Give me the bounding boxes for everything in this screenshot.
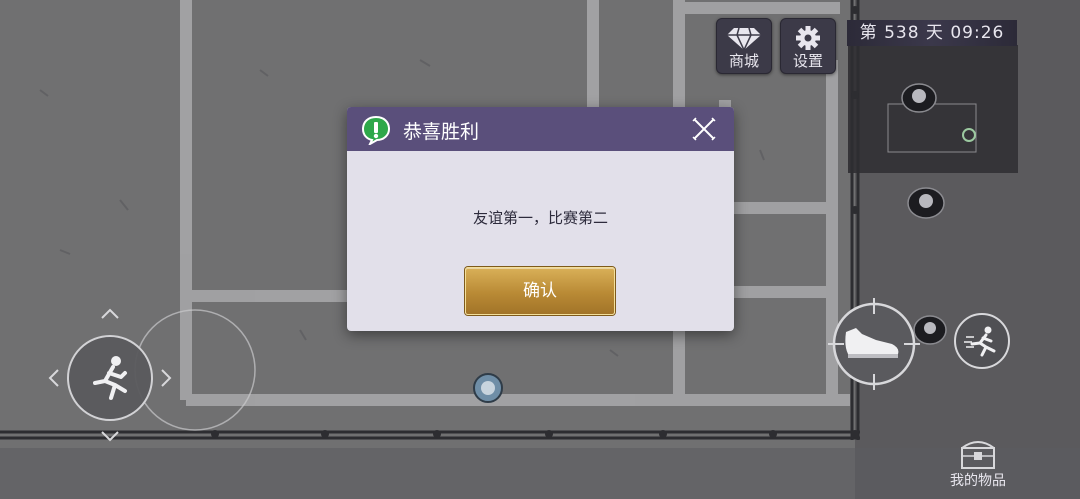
shoe-icon bbox=[845, 328, 899, 358]
shop-label: 商城 bbox=[728, 52, 759, 70]
dialog-header: 恭喜胜利 bbox=[347, 107, 734, 151]
settings-button[interactable]: 设置 bbox=[780, 18, 836, 74]
dialog-title: 恭喜胜利 bbox=[403, 121, 480, 143]
victory-dialog: 恭喜胜利 友谊第一，比赛第二 确认 bbox=[347, 107, 734, 331]
inventory-label: 我的物品 bbox=[950, 473, 1006, 489]
exclamation-bubble-icon bbox=[361, 115, 391, 145]
inventory-button[interactable]: 我的物品 bbox=[938, 436, 1018, 496]
gear-icon bbox=[796, 26, 820, 50]
confirm-button[interactable]: 确认 bbox=[465, 267, 615, 315]
settings-label: 设置 bbox=[792, 52, 823, 70]
diamond-icon bbox=[727, 27, 761, 51]
dodge-button[interactable] bbox=[952, 311, 1012, 371]
runner-icon bbox=[984, 326, 992, 334]
day-clock: 第 538 天 09:26 bbox=[847, 20, 1017, 46]
close-icon[interactable] bbox=[692, 117, 716, 141]
movement-joystick[interactable] bbox=[40, 300, 300, 460]
running-man-icon bbox=[93, 356, 127, 400]
shop-button[interactable]: 商城 bbox=[716, 18, 772, 74]
dialog-message: 友谊第一，比赛第二 bbox=[472, 209, 608, 227]
chest-icon bbox=[961, 441, 995, 469]
